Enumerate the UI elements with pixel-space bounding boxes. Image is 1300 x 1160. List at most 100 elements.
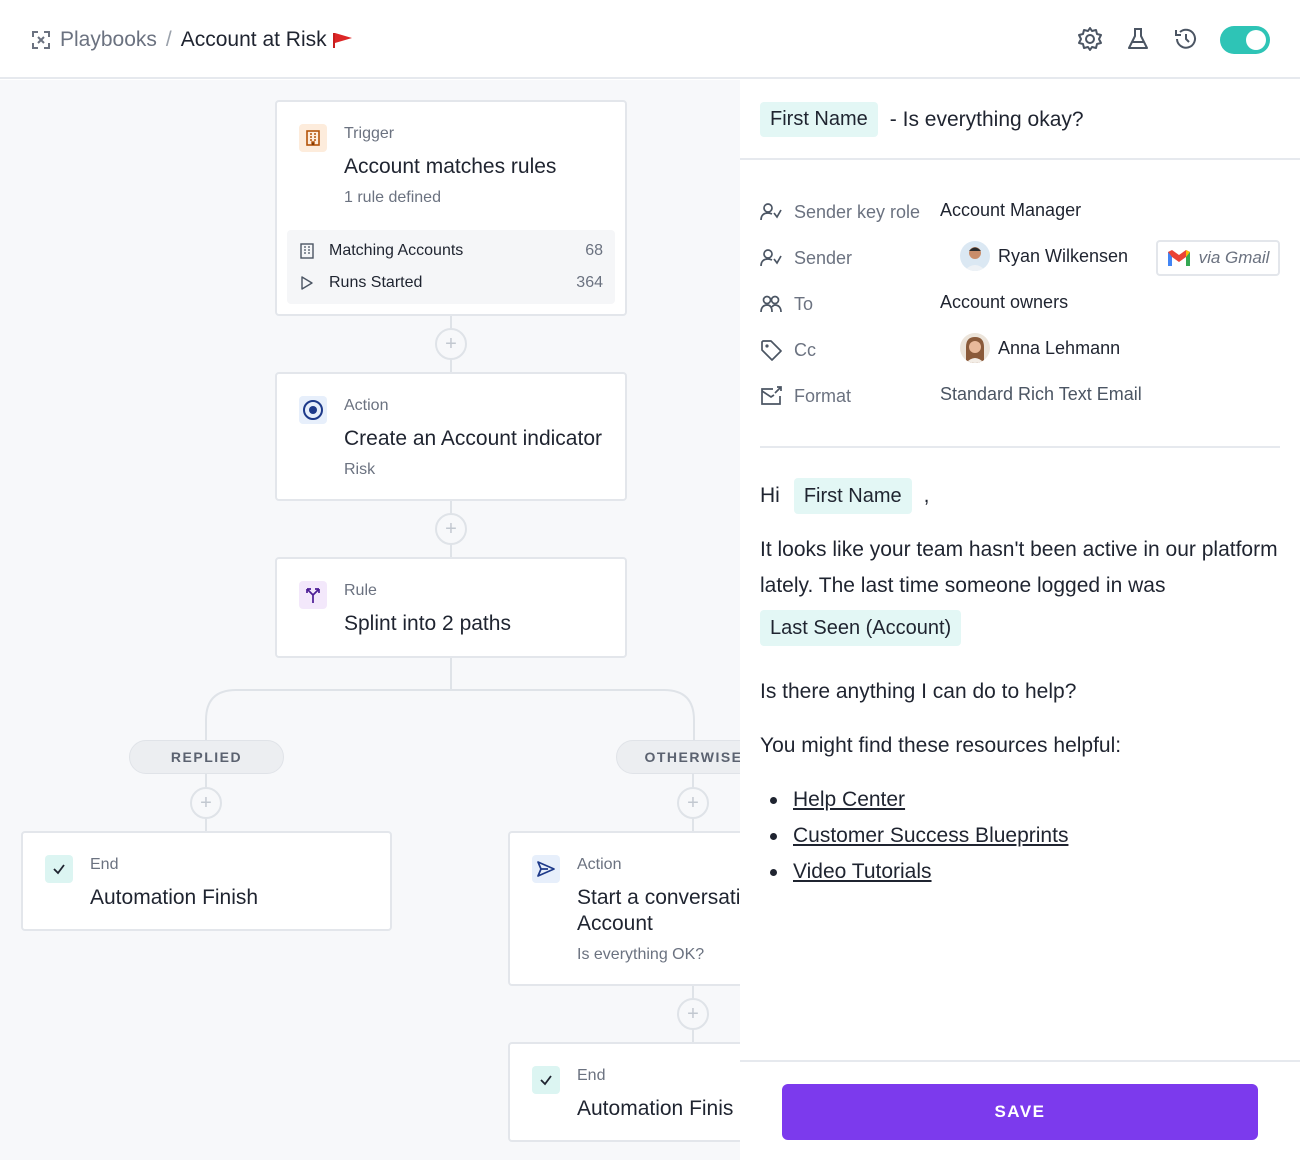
- avatar-ryan: [960, 241, 990, 271]
- playbook-active-toggle[interactable]: [1220, 26, 1270, 54]
- field-to: To: [760, 292, 813, 316]
- last-seen-variable-tag[interactable]: Last Seen (Account): [760, 610, 962, 646]
- split-icon: [299, 581, 327, 609]
- greeting-text: Hi: [760, 484, 780, 507]
- bullet: [770, 832, 777, 840]
- card-type: Rule: [344, 582, 377, 599]
- stat-value: 68: [585, 242, 603, 259]
- to-value[interactable]: Account owners: [940, 292, 1068, 313]
- card-subtitle: 1 rule defined: [344, 189, 441, 206]
- rule-card[interactable]: Rule Splint into 2 paths: [275, 557, 627, 658]
- action-card-indicator[interactable]: Action Create an Account indicator Risk: [275, 372, 627, 501]
- field-label: Sender key role: [794, 201, 921, 222]
- stat-matching-accounts[interactable]: Matching Accounts 68: [299, 238, 603, 264]
- card-type: Action: [577, 856, 622, 873]
- history-icon[interactable]: [1173, 26, 1199, 52]
- avatar-anna: [960, 333, 990, 363]
- send-icon: [532, 855, 560, 883]
- target-icon: [299, 396, 327, 424]
- list-item: Help Center: [770, 782, 1068, 818]
- card-type: End: [90, 856, 119, 873]
- email-paragraph-3[interactable]: You might find these resources helpful:: [760, 728, 1280, 764]
- email-paragraph-1[interactable]: It looks like your team hasn't been acti…: [760, 532, 1280, 604]
- add-step-button[interactable]: +: [677, 787, 709, 819]
- card-title: Splint into 2 paths: [344, 612, 511, 635]
- field-label: Format: [794, 385, 852, 406]
- via-gmail-label: via Gmail: [1198, 248, 1270, 267]
- check-icon: [532, 1066, 560, 1094]
- field-sender: Sender: [760, 246, 852, 270]
- email-greeting[interactable]: Hi First Name ,: [760, 478, 1280, 514]
- link-customer-success-blueprints[interactable]: Customer Success Blueprints: [793, 824, 1068, 848]
- stat-label: Matching Accounts: [329, 242, 464, 259]
- card-type: End: [577, 1067, 606, 1084]
- card-type: Trigger: [344, 125, 395, 142]
- email-subject[interactable]: First Name - Is everything okay?: [760, 102, 1084, 137]
- end-card-right[interactable]: End Automation Finis: [508, 1042, 740, 1142]
- playbook-logo-icon: [32, 31, 50, 49]
- bullet: [770, 796, 777, 804]
- branch-label-otherwise[interactable]: OTHERWISE: [616, 740, 740, 774]
- trigger-card[interactable]: Trigger Account matches rules 1 rule def…: [275, 100, 627, 316]
- stat-value: 364: [576, 274, 603, 291]
- branch-label-replied[interactable]: REPLIED: [129, 740, 284, 774]
- card-subtitle: Risk: [344, 461, 376, 478]
- greeting-comma: ,: [923, 484, 930, 507]
- card-title: Automation Finish: [90, 886, 259, 909]
- card-title: Automation Finis: [577, 1097, 734, 1120]
- field-sender-key-role: Sender key role: [760, 200, 920, 224]
- sender-name: Ryan Wilkensen: [998, 245, 1129, 266]
- divider: [740, 158, 1300, 160]
- add-step-button[interactable]: +: [677, 998, 709, 1030]
- add-step-button[interactable]: +: [435, 513, 467, 545]
- card-type: Action: [344, 397, 389, 414]
- email-editor-panel: First Name - Is everything okay? Sender …: [740, 80, 1300, 1160]
- gmail-icon: [1167, 250, 1190, 266]
- sender-key-role-value[interactable]: Account Manager: [940, 200, 1081, 221]
- save-button[interactable]: SAVE: [782, 1084, 1258, 1140]
- flag-icon: [332, 33, 352, 48]
- users-icon: [760, 295, 782, 313]
- play-icon: [301, 276, 313, 290]
- breadcrumb-playbooks[interactable]: Playbooks: [60, 28, 157, 52]
- check-icon: [45, 855, 73, 883]
- card-title-line2: Account: [577, 912, 653, 935]
- cc-value[interactable]: Anna Lehmann: [960, 333, 1120, 363]
- via-gmail-badge[interactable]: via Gmail: [1156, 240, 1280, 276]
- user-key-icon: [760, 203, 782, 221]
- field-format: Format: [760, 384, 851, 408]
- list-item: Video Tutorials: [770, 854, 1068, 890]
- field-cc: Cc: [760, 338, 816, 362]
- format-value[interactable]: Standard Rich Text Email: [940, 384, 1142, 405]
- cc-name: Anna Lehmann: [998, 337, 1121, 358]
- stat-runs-started[interactable]: Runs Started 364: [299, 270, 603, 296]
- breadcrumb-separator: /: [165, 28, 172, 51]
- building-icon: [299, 124, 327, 152]
- email-paragraph-2[interactable]: Is there anything I can do to help?: [760, 674, 1280, 710]
- action-card-conversation[interactable]: Action Start a conversati Account Is eve…: [508, 831, 740, 986]
- card-title: Create an Account indicator: [344, 427, 602, 450]
- gear-icon[interactable]: [1077, 26, 1103, 52]
- flask-icon[interactable]: [1125, 26, 1151, 52]
- field-label: To: [794, 293, 814, 314]
- breadcrumb-current: Account at Risk: [180, 28, 327, 51]
- bullet: [770, 868, 777, 876]
- sender-value[interactable]: Ryan Wilkensen: [960, 241, 1128, 271]
- card-title: Account matches rules: [344, 155, 557, 178]
- email-last-seen-line[interactable]: Last Seen (Account): [760, 610, 1280, 646]
- first-name-variable-tag[interactable]: First Name: [793, 478, 912, 514]
- end-card-left[interactable]: End Automation Finish: [21, 831, 392, 931]
- card-title-line1: Start a conversati: [577, 886, 740, 909]
- link-video-tutorials[interactable]: Video Tutorials: [793, 860, 932, 884]
- link-help-center[interactable]: Help Center: [793, 788, 905, 812]
- resource-links-list: Help Center Customer Success Blueprints …: [770, 782, 1068, 890]
- add-step-button[interactable]: +: [435, 328, 467, 360]
- first-name-variable-tag[interactable]: First Name: [760, 102, 878, 137]
- panel-footer: SAVE: [740, 1060, 1300, 1160]
- branch-connector: [205, 658, 695, 740]
- add-step-button[interactable]: +: [190, 787, 222, 819]
- divider: [760, 446, 1280, 448]
- building-icon: [300, 243, 314, 259]
- tag-icon: [761, 340, 782, 361]
- subject-text[interactable]: - Is everything okay?: [890, 108, 1084, 132]
